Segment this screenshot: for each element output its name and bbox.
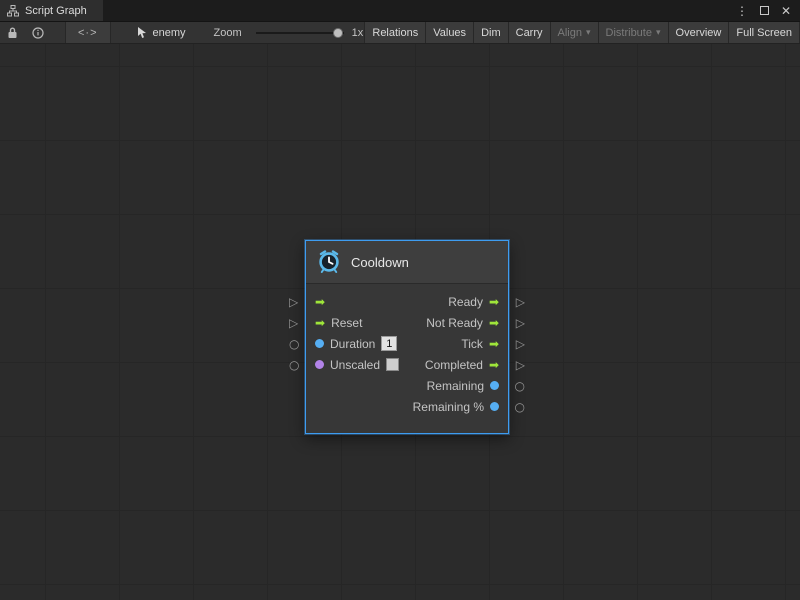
port-label: Tick [461, 337, 483, 351]
flow-arrow-icon: ➡ [489, 296, 499, 308]
value-dot-icon [490, 381, 499, 390]
flow-output-port[interactable]: ▷ [516, 296, 525, 308]
chevron-down-icon: ▾ [586, 27, 591, 38]
port-label: Duration [330, 337, 375, 351]
carry-button[interactable]: Carry [508, 22, 550, 43]
alarm-clock-icon [317, 250, 341, 274]
full-screen-button[interactable]: Full Screen [728, 22, 800, 43]
close-icon[interactable]: ✕ [781, 5, 791, 17]
value-input-port[interactable]: ○ [289, 359, 299, 371]
tab-title: Script Graph [25, 5, 87, 17]
tab-script-graph[interactable]: Script Graph [0, 0, 103, 21]
port-row: ▷ ➡ Ready ➡ ▷ [306, 291, 508, 312]
port-label: Completed [425, 358, 483, 372]
zoom-slider[interactable] [256, 32, 344, 34]
script-graph-icon [7, 5, 19, 17]
port-reset[interactable]: ➡ Reset [306, 316, 362, 330]
port-row: Remaining % ○ [306, 396, 508, 417]
align-button: Align ▾ [550, 22, 598, 43]
titlebar-spacer [103, 0, 736, 21]
zoom-slider-handle[interactable] [333, 28, 343, 38]
flow-arrow-icon: ➡ [315, 317, 325, 329]
flow-input-port[interactable]: ▷ [289, 296, 298, 308]
node-title: Cooldown [351, 255, 409, 270]
node-cooldown[interactable]: Cooldown ▷ ➡ Ready ➡ ▷ ▷ ➡ [305, 240, 509, 434]
port-remaining[interactable]: Remaining [427, 379, 508, 393]
port-label: Unscaled [330, 358, 380, 372]
zoom-control: Zoom 1x [214, 27, 364, 39]
align-label: Align [558, 27, 582, 39]
graph-breadcrumb[interactable]: enemy [137, 27, 186, 39]
values-button[interactable]: Values [425, 22, 473, 43]
flow-arrow-icon: ➡ [489, 338, 499, 350]
distribute-label: Distribute [606, 27, 652, 39]
code-preview-button[interactable]: <·> [65, 22, 111, 43]
port-remaining-percent[interactable]: Remaining % [413, 400, 508, 414]
duration-field[interactable] [381, 336, 397, 351]
window-menu-icon[interactable]: ⋮ [736, 5, 748, 17]
lock-icon[interactable] [0, 22, 25, 43]
toolbar-button-group: Relations Values Dim Carry Align ▾ Distr… [364, 22, 800, 43]
overview-button[interactable]: Overview [668, 22, 729, 43]
port-ready[interactable]: Ready ➡ [448, 295, 508, 309]
flow-output-port[interactable]: ▷ [516, 317, 525, 329]
port-tick[interactable]: Tick ➡ [461, 337, 508, 351]
chevron-down-icon: ▾ [656, 27, 661, 38]
graph-name-label: enemy [153, 27, 186, 39]
value-dot-icon [315, 360, 324, 369]
graph-pointer-icon [137, 27, 148, 39]
graph-toolbar: <·> enemy Zoom 1x Relations Values Dim C… [0, 22, 800, 44]
dim-button[interactable]: Dim [473, 22, 508, 43]
value-output-port[interactable]: ○ [515, 380, 525, 392]
value-dot-icon [315, 339, 324, 348]
port-label: Reset [331, 316, 362, 330]
port-row: ○ Unscaled Completed ➡ ▷ [306, 354, 508, 375]
info-icon[interactable] [25, 22, 51, 43]
graph-canvas[interactable]: Cooldown ▷ ➡ Ready ➡ ▷ ▷ ➡ [0, 44, 800, 600]
value-dot-icon [490, 402, 499, 411]
port-row: Remaining ○ [306, 375, 508, 396]
maximize-icon[interactable] [760, 6, 769, 15]
flow-output-port[interactable]: ▷ [516, 359, 525, 371]
value-output-port[interactable]: ○ [515, 401, 525, 413]
node-header[interactable]: Cooldown [306, 241, 508, 284]
flow-arrow-icon: ➡ [489, 359, 499, 371]
port-label: Remaining % [413, 400, 484, 414]
port-label: Not Ready [426, 316, 483, 330]
port-duration[interactable]: Duration [306, 336, 397, 351]
port-row: ▷ ➡ Reset Not Ready ➡ ▷ [306, 312, 508, 333]
port-not-ready[interactable]: Not Ready ➡ [426, 316, 508, 330]
title-bar: Script Graph ⋮ ✕ [0, 0, 800, 22]
port-unscaled[interactable]: Unscaled [306, 358, 399, 372]
flow-arrow-icon: ➡ [315, 296, 325, 308]
flow-input-port[interactable]: ▷ [289, 317, 298, 329]
relations-button[interactable]: Relations [364, 22, 425, 43]
value-input-port[interactable]: ○ [289, 338, 299, 350]
flow-output-port[interactable]: ▷ [516, 338, 525, 350]
zoom-label: Zoom [214, 27, 242, 39]
port-label: Remaining [427, 379, 484, 393]
port-completed[interactable]: Completed ➡ [425, 358, 508, 372]
window-controls: ⋮ ✕ [736, 0, 800, 21]
node-body: ▷ ➡ Ready ➡ ▷ ▷ ➡ Reset Not [306, 284, 508, 433]
port-enter[interactable]: ➡ [306, 296, 331, 308]
port-label: Ready [448, 295, 483, 309]
flow-arrow-icon: ➡ [489, 317, 499, 329]
port-row: ○ Duration Tick ➡ ▷ [306, 333, 508, 354]
unscaled-checkbox[interactable] [386, 358, 399, 371]
zoom-value: 1x [352, 27, 364, 39]
distribute-button: Distribute ▾ [598, 22, 668, 43]
